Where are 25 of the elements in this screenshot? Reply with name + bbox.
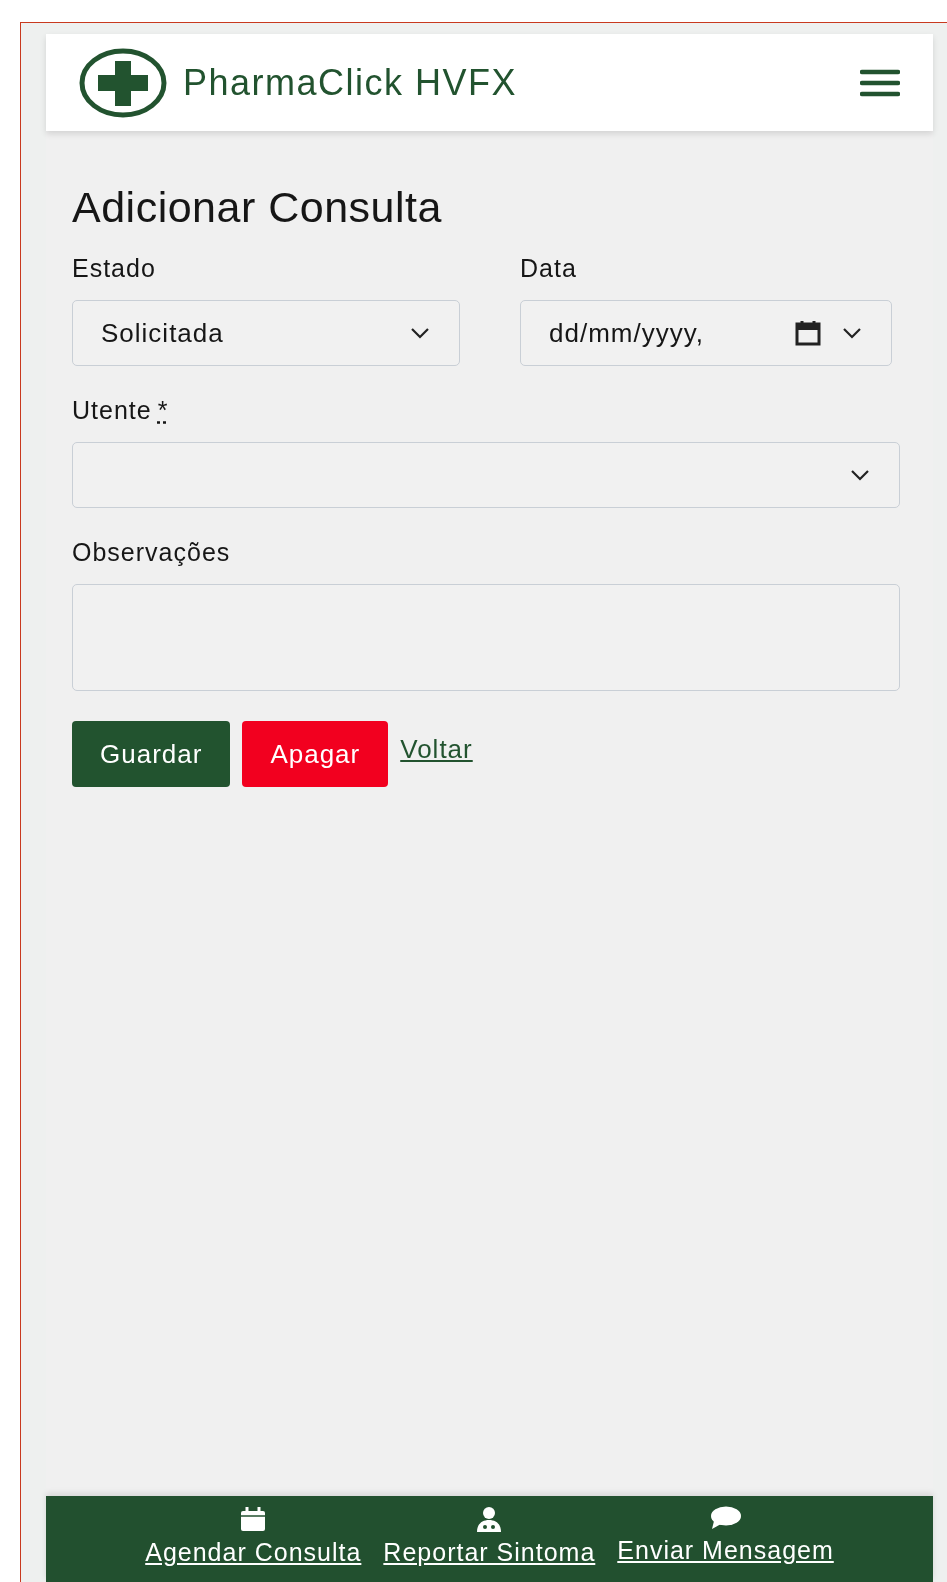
nav-link[interactable]: Agendar Consulta: [145, 1538, 362, 1567]
calendar-icon: [240, 1506, 267, 1532]
field-label: Utente *: [72, 396, 170, 425]
doctor-icon: [476, 1506, 503, 1532]
back-link[interactable]: Voltar: [400, 734, 473, 765]
select-field[interactable]: Solicitada: [72, 300, 460, 366]
nav-link[interactable]: Enviar Mensagem: [617, 1536, 834, 1565]
notes-field[interactable]: [72, 584, 900, 691]
app-title: PharmaClick HVFX: [183, 61, 518, 104]
save-button[interactable]: Guardar: [72, 721, 231, 787]
field-label: Estado: [72, 254, 157, 283]
calendar-icon[interactable]: [795, 320, 821, 346]
chevron-down-icon: [849, 468, 871, 482]
chevron-down-icon: [409, 326, 431, 340]
field-label: Data: [520, 254, 578, 283]
date-field[interactable]: dd/mm/yyyy,: [520, 300, 892, 366]
menu-icon[interactable]: [860, 67, 900, 98]
page-title: Adicionar Consulta: [72, 183, 443, 232]
field-label: Observações: [72, 538, 232, 567]
chevron-down-icon: [841, 326, 863, 340]
logo-cross-icon: [79, 47, 167, 118]
chat-icon: [709, 1506, 742, 1530]
delete-button[interactable]: Apagar: [242, 721, 389, 787]
nav-link[interactable]: Reportar Sintoma: [383, 1538, 596, 1567]
select-field[interactable]: [72, 442, 900, 508]
